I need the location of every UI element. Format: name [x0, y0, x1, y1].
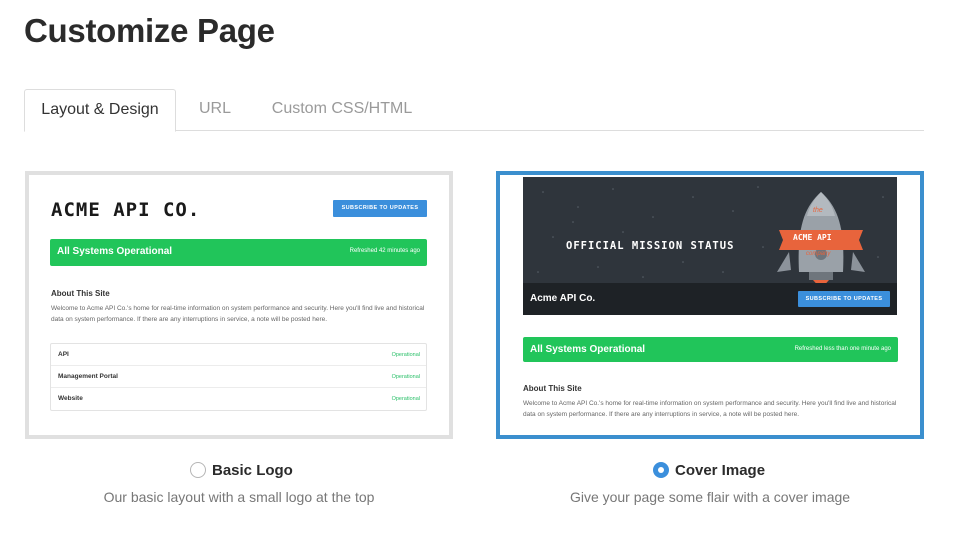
component-status: Operational	[391, 352, 420, 358]
preview-subscribe-button: SUBSCRIBE TO UPDATES	[333, 200, 427, 217]
cover-about-title: About This Site	[523, 384, 582, 393]
component-name: Website	[58, 395, 83, 402]
component-row: Website Operational	[51, 388, 426, 410]
cover-refreshed-text: Refreshed less than one minute ago	[794, 346, 891, 352]
cover-status-bar: All Systems Operational Refreshed less t…	[523, 337, 898, 362]
preview-status-bar: All Systems Operational Refreshed 42 min…	[50, 239, 427, 266]
cover-status-text: All Systems Operational	[530, 344, 646, 355]
basic-logo-option[interactable]: Basic Logo	[190, 459, 293, 481]
component-status: Operational	[391, 374, 420, 380]
preview-refreshed-text: Refreshed 42 minutes ago	[349, 248, 420, 254]
basic-logo-preview-card[interactable]: ACME API CO. SUBSCRIBE TO UPDATES All Sy…	[25, 171, 453, 439]
cover-image-label: Cover Image	[675, 461, 766, 479]
component-name: Management Portal	[58, 373, 118, 380]
basic-logo-radio[interactable]	[190, 462, 206, 478]
tab-custom-css-html[interactable]: Custom CSS/HTML	[260, 89, 424, 131]
cover-image-description: Give your page some flair with a cover i…	[569, 489, 851, 505]
cover-image-preview-card[interactable]: OFFICIAL MISSION STATUS the ACME API com…	[496, 171, 924, 439]
rocket-banner-top: the	[813, 207, 823, 214]
preview-logo: ACME API CO.	[51, 199, 201, 221]
component-status: Operational	[391, 396, 420, 402]
cover-company-name: Acme API Co.	[530, 293, 596, 304]
tab-url[interactable]: URL	[186, 89, 244, 131]
rocket-banner-main: ACME API	[793, 233, 832, 242]
cover-hero-text: OFFICIAL MISSION STATUS	[566, 240, 735, 252]
component-row: API Operational	[51, 344, 426, 366]
cover-image-option[interactable]: Cover Image	[653, 459, 765, 481]
preview-status-text: All Systems Operational	[57, 246, 173, 257]
page-title: Customize Page	[24, 12, 275, 49]
preview-about-title: About This Site	[51, 289, 110, 298]
component-row: Management Portal Operational	[51, 366, 426, 388]
basic-logo-description: Our basic layout with a small logo at th…	[103, 489, 375, 505]
cover-subscribe-button: SUBSCRIBE TO UPDATES	[798, 291, 890, 307]
tab-bar: Layout & Design URL Custom CSS/HTML	[24, 89, 924, 132]
cover-hero-image: OFFICIAL MISSION STATUS the ACME API com…	[523, 177, 897, 315]
preview-about-text: Welcome to Acme API Co.'s home for real-…	[51, 305, 425, 323]
preview-component-list: API Operational Management Portal Operat…	[50, 343, 427, 411]
basic-logo-label: Basic Logo	[212, 461, 293, 479]
cover-about-text: Welcome to Acme API Co.'s home for real-…	[523, 400, 897, 418]
cover-image-radio[interactable]	[653, 462, 669, 478]
tab-layout-design[interactable]: Layout & Design	[24, 89, 176, 132]
rocket-banner-bottom: company	[806, 251, 831, 257]
cover-bottom-bar: Acme API Co. SUBSCRIBE TO UPDATES	[523, 283, 897, 315]
component-name: API	[58, 351, 69, 358]
